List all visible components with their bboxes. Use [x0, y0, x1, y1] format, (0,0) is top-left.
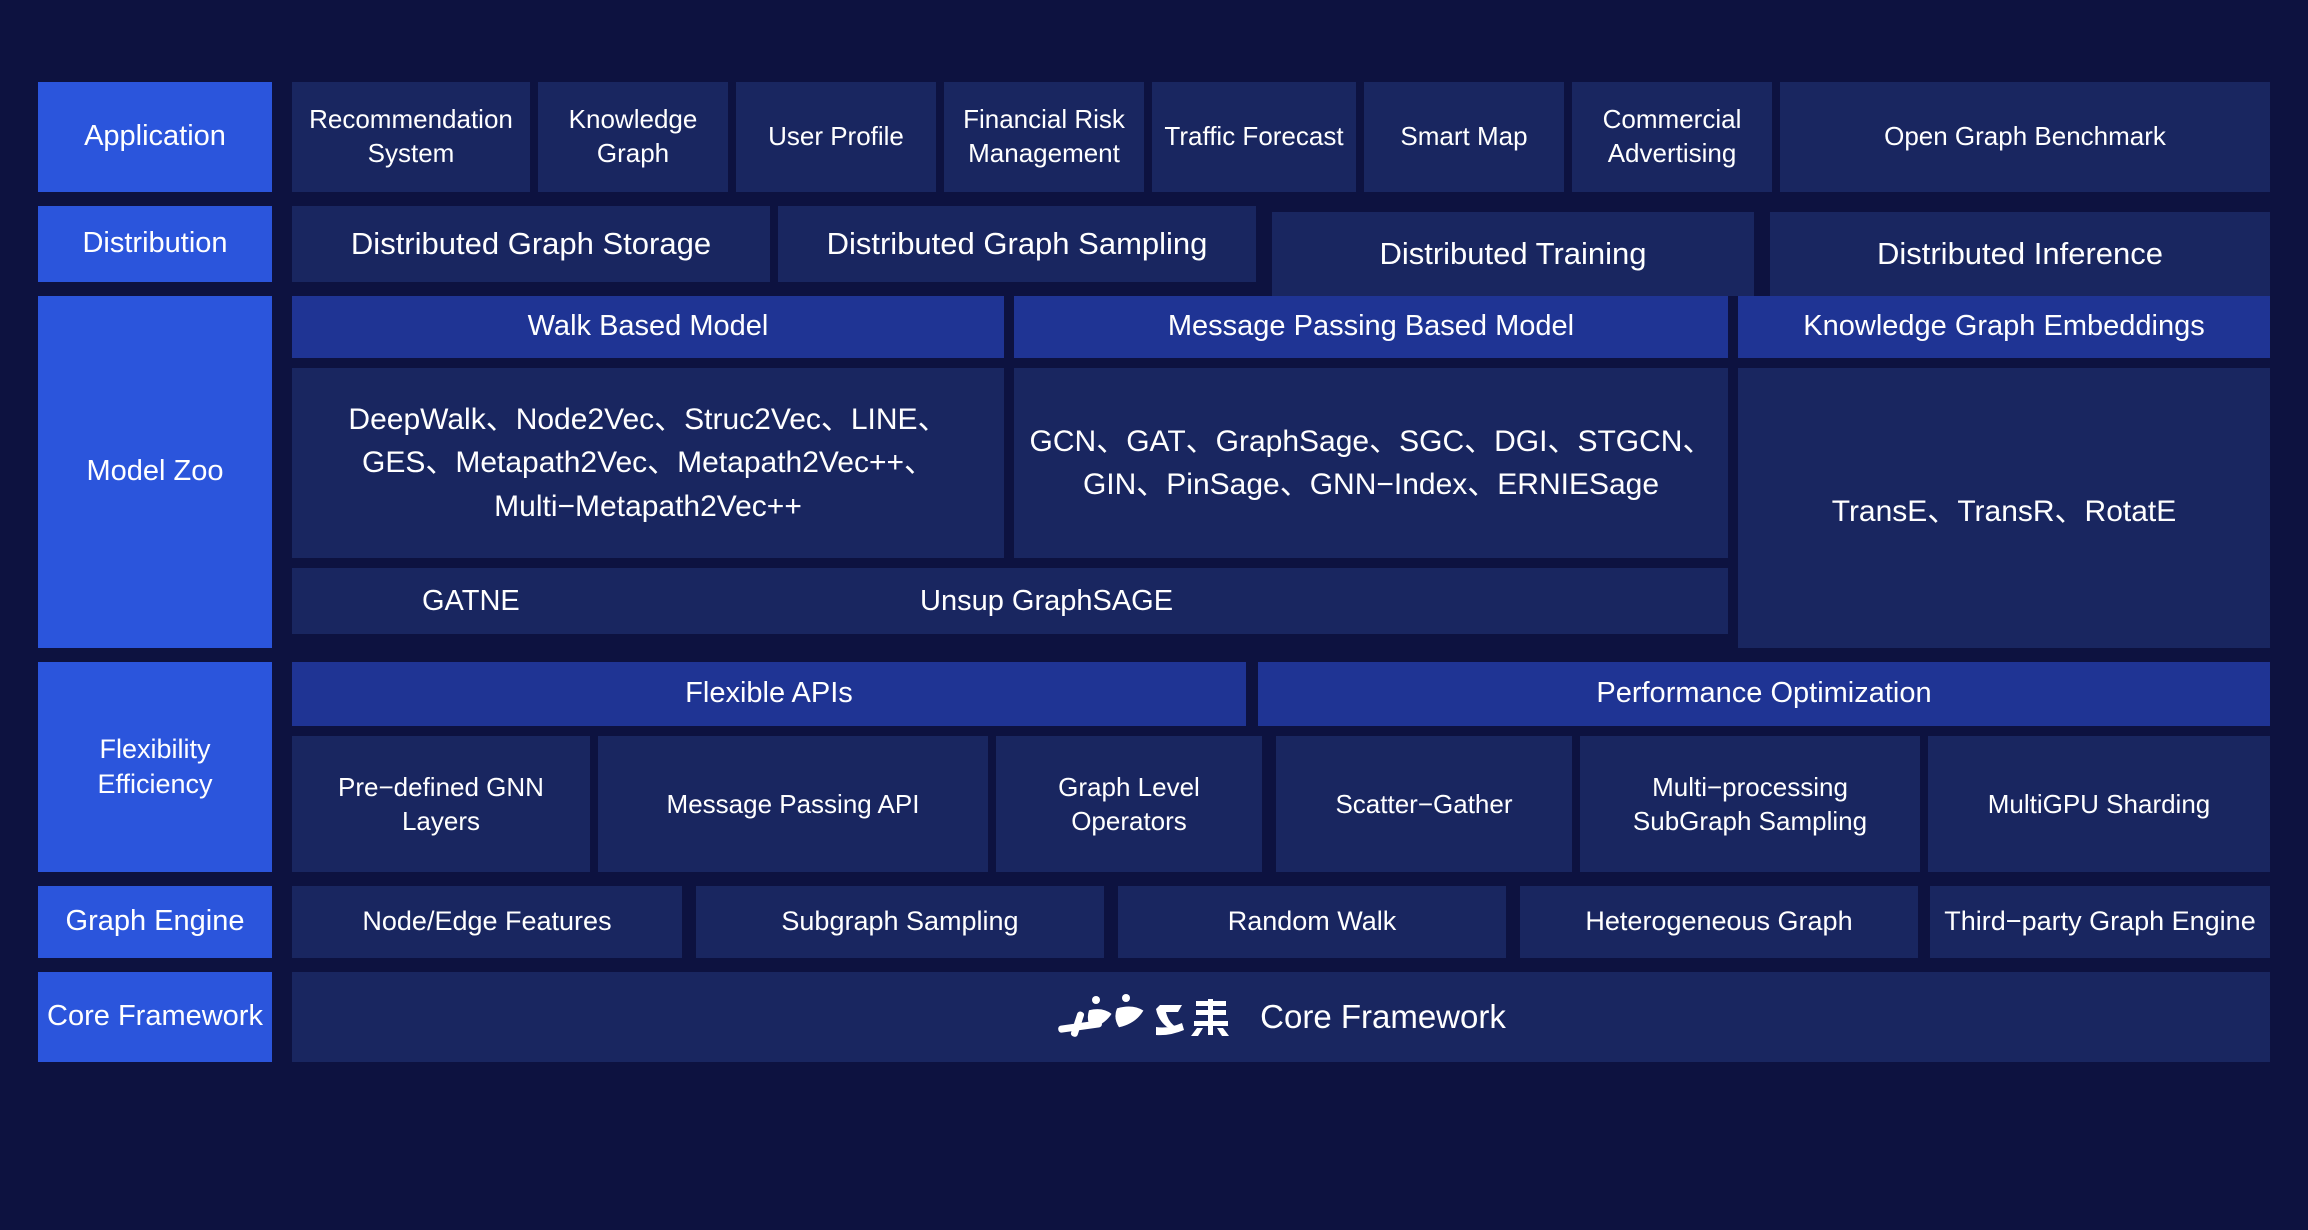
app-item-traffic-forecast[interactable]: Traffic Forecast [1152, 82, 1356, 192]
flex-item-scatter-gather[interactable]: Scatter−Gather [1276, 736, 1572, 872]
ge-item-node-edge-features[interactable]: Node/Edge Features [292, 886, 682, 958]
row-label-graph-engine: Graph Engine [38, 886, 272, 958]
graph-engine-items: Node/Edge Features Subgraph Sampling Ran… [292, 886, 2270, 958]
row-core-framework: Core Framework Core Framework [38, 972, 2270, 1062]
model-zoo-body: Walk Based Model DeepWalk、Node2Vec、Struc… [292, 296, 2270, 648]
model-zoo-wide-bar: GATNE Unsup GraphSAGE [292, 568, 1728, 634]
model-zoo-body-walk-based-model: DeepWalk、Node2Vec、Struc2Vec、LINE、GES、Met… [292, 368, 1004, 558]
core-framework-bar: Core Framework [292, 972, 2270, 1062]
dist-item-distributed-training[interactable]: Distributed Training [1272, 212, 1754, 296]
row-application: Application Recommendation System Knowle… [38, 82, 2270, 192]
model-zoo-item-gatne[interactable]: GATNE [422, 585, 520, 618]
app-item-user-profile[interactable]: User Profile [736, 82, 936, 192]
distribution-items: Distributed Graph Storage Distributed Gr… [292, 206, 2270, 296]
app-item-financial-risk-management[interactable]: Financial Risk Management [944, 82, 1144, 192]
model-zoo-header-walk-based-model[interactable]: Walk Based Model [292, 296, 1004, 358]
ge-item-subgraph-sampling[interactable]: Subgraph Sampling [696, 886, 1104, 958]
flexibility-body: Flexible APIs Performance Optimization P… [292, 662, 2270, 872]
row-label-model-zoo: Model Zoo [38, 296, 272, 648]
app-item-knowledge-graph[interactable]: Knowledge Graph [538, 82, 728, 192]
app-item-smart-map[interactable]: Smart Map [1364, 82, 1564, 192]
dist-item-distributed-graph-sampling[interactable]: Distributed Graph Sampling [778, 206, 1256, 282]
paddlepaddle-logo-icon [1056, 989, 1232, 1046]
row-distribution: Distribution Distributed Graph Storage D… [38, 206, 2270, 296]
model-zoo-body-knowledge-graph-embeddings: TransE、TransR、RotatE [1738, 368, 2270, 648]
row-label-distribution: Distribution [38, 206, 272, 282]
architecture-diagram: Application Recommendation System Knowle… [38, 82, 2270, 1076]
flex-item-multigpu-sharding[interactable]: MultiGPU Sharding [1928, 736, 2270, 872]
model-zoo-header-knowledge-graph-embeddings[interactable]: Knowledge Graph Embeddings [1738, 296, 2270, 358]
model-zoo-column-kge: Knowledge Graph Embeddings TransE、TransR… [1738, 296, 2270, 648]
model-zoo-header-message-passing-based-model[interactable]: Message Passing Based Model [1014, 296, 1728, 358]
core-framework-bar-label: Core Framework [1260, 998, 1506, 1035]
app-item-recommendation-system[interactable]: Recommendation System [292, 82, 530, 192]
dist-item-distributed-graph-storage[interactable]: Distributed Graph Storage [292, 206, 770, 282]
model-zoo-item-unsup-graphsage[interactable]: Unsup GraphSAGE [920, 585, 1173, 618]
ge-item-heterogeneous-graph[interactable]: Heterogeneous Graph [1520, 886, 1918, 958]
row-flexibility-efficiency: Flexibility Efficiency Flexible APIs Per… [38, 662, 2270, 872]
application-items: Recommendation System Knowledge Graph Us… [292, 82, 2270, 192]
model-zoo-columns: Walk Based Model DeepWalk、Node2Vec、Struc… [292, 296, 1728, 558]
flexibility-headers: Flexible APIs Performance Optimization [292, 662, 2270, 726]
app-item-open-graph-benchmark[interactable]: Open Graph Benchmark [1780, 82, 2270, 192]
row-graph-engine: Graph Engine Node/Edge Features Subgraph… [38, 886, 2270, 958]
model-zoo-column-message-passing: Message Passing Based Model GCN、GAT、Grap… [1014, 296, 1728, 558]
flexibility-items: Pre−defined GNN Layers Message Passing A… [292, 736, 2270, 872]
model-zoo-body-message-passing-based-model: GCN、GAT、GraphSage、SGC、DGI、STGCN、GIN、PinS… [1014, 368, 1728, 558]
model-zoo-left-group: Walk Based Model DeepWalk、Node2Vec、Struc… [292, 296, 1728, 648]
dist-item-distributed-inference[interactable]: Distributed Inference [1770, 212, 2270, 296]
flex-item-multi-processing-subgraph-sampling[interactable]: Multi−processing SubGraph Sampling [1580, 736, 1920, 872]
row-label-flexibility-efficiency: Flexibility Efficiency [38, 662, 272, 872]
flex-item-graph-level-operators[interactable]: Graph Level Operators [996, 736, 1262, 872]
flexibility-header-flexible-apis[interactable]: Flexible APIs [292, 662, 1246, 726]
flex-item-pre-defined-gnn-layers[interactable]: Pre−defined GNN Layers [292, 736, 590, 872]
app-item-commercial-advertising[interactable]: Commercial Advertising [1572, 82, 1772, 192]
row-label-application: Application [38, 82, 272, 192]
model-zoo-column-walk-based: Walk Based Model DeepWalk、Node2Vec、Struc… [292, 296, 1004, 558]
flexibility-header-performance-optimization[interactable]: Performance Optimization [1258, 662, 2270, 726]
row-label-core-framework: Core Framework [38, 972, 272, 1062]
row-model-zoo: Model Zoo Walk Based Model DeepWalk、Node… [38, 296, 2270, 648]
ge-item-third-party-graph-engine[interactable]: Third−party Graph Engine [1930, 886, 2270, 958]
ge-item-random-walk[interactable]: Random Walk [1118, 886, 1506, 958]
flex-item-message-passing-api[interactable]: Message Passing API [598, 736, 988, 872]
